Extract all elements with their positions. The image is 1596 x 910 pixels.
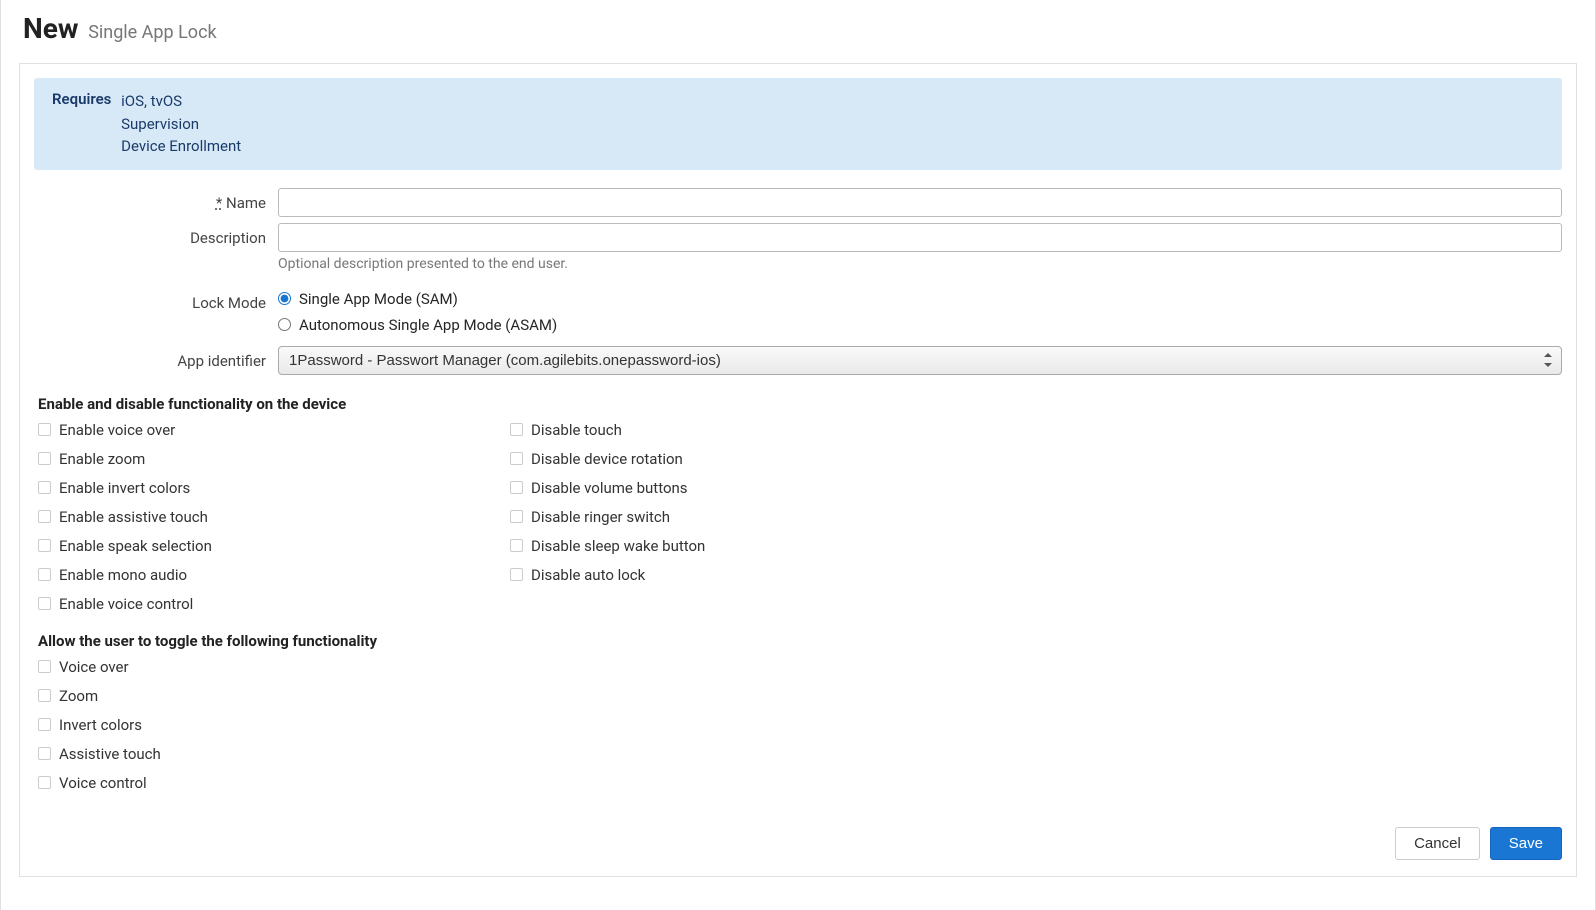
func-disable-label[interactable]: Disable sleep wake button — [531, 537, 705, 555]
radio-asam[interactable] — [278, 318, 291, 331]
func-disable-checkbox[interactable] — [510, 510, 523, 523]
requires-item: Supervision — [121, 113, 241, 136]
func-disable-item: Disable volume buttons — [510, 477, 982, 499]
app-identifier-select[interactable]: 1Password - Passwort Manager (com.agileb… — [278, 346, 1562, 375]
func-enable-checkbox[interactable] — [38, 423, 51, 436]
toggle-checkbox[interactable] — [38, 660, 51, 673]
func-enable-label[interactable]: Enable assistive touch — [59, 508, 208, 526]
radio-sam-row: Single App Mode (SAM) — [278, 288, 1562, 308]
radio-sam[interactable] — [278, 292, 291, 305]
toggle-heading: Allow the user to toggle the following f… — [20, 622, 1576, 656]
cancel-button[interactable]: Cancel — [1395, 827, 1480, 860]
functionality-col1: Enable voice over Enable zoom Enable inver… — [38, 419, 510, 622]
func-disable-checkbox[interactable] — [510, 568, 523, 581]
radio-asam-label[interactable]: Autonomous Single App Mode (ASAM) — [299, 316, 557, 334]
func-disable-label[interactable]: Disable ringer switch — [531, 508, 670, 526]
func-enable-label[interactable]: Enable invert colors — [59, 479, 190, 497]
func-disable-item: Disable touch — [510, 419, 982, 441]
toggle-checkbox[interactable] — [38, 718, 51, 731]
name-input[interactable] — [278, 188, 1562, 217]
func-disable-checkbox[interactable] — [510, 539, 523, 552]
page-header: New Single App Lock — [1, 0, 1595, 63]
lock-mode-label: Lock Mode — [20, 288, 278, 312]
func-enable-item: Enable voice over — [38, 419, 510, 441]
requires-banner: Requires iOS, tvOS Supervision Device En… — [34, 78, 1562, 170]
func-enable-item: Enable assistive touch — [38, 506, 510, 528]
func-disable-checkbox[interactable] — [510, 452, 523, 465]
name-label: * Name — [20, 188, 278, 212]
func-disable-label[interactable]: Disable volume buttons — [531, 479, 688, 497]
form-row-name: * Name — [20, 188, 1576, 217]
content-box: Requires iOS, tvOS Supervision Device En… — [19, 63, 1577, 877]
form-row-app-identifier: App identifier 1Password - Passwort Mana… — [20, 346, 1576, 375]
radio-sam-label[interactable]: Single App Mode (SAM) — [299, 290, 458, 308]
functionality-columns: Enable voice over Enable zoom Enable inver… — [20, 419, 1576, 622]
func-enable-item: Enable zoom — [38, 448, 510, 470]
func-enable-label[interactable]: Enable mono audio — [59, 566, 187, 584]
page-subtitle: Single App Lock — [88, 22, 216, 43]
toggle-label[interactable]: Voice control — [59, 774, 147, 792]
func-enable-checkbox[interactable] — [38, 597, 51, 610]
toggle-label[interactable]: Zoom — [59, 687, 98, 705]
func-enable-label[interactable]: Enable voice over — [59, 421, 175, 439]
func-disable-item: Disable auto lock — [510, 564, 982, 586]
toggle-col: Voice over Zoom Invert colors Assistive tou… — [20, 656, 1576, 794]
save-button[interactable]: Save — [1490, 827, 1562, 860]
toggle-label[interactable]: Invert colors — [59, 716, 142, 734]
func-enable-item: Enable speak selection — [38, 535, 510, 557]
name-label-text: Name — [226, 194, 266, 212]
radio-asam-row: Autonomous Single App Mode (ASAM) — [278, 314, 1562, 334]
toggle-item: Assistive touch — [38, 743, 1576, 765]
app-identifier-label: App identifier — [20, 346, 278, 370]
func-disable-label[interactable]: Disable auto lock — [531, 566, 645, 584]
toggle-item: Voice over — [38, 656, 1576, 678]
func-enable-label[interactable]: Enable voice control — [59, 595, 193, 613]
functionality-heading: Enable and disable functionality on the … — [20, 385, 1576, 419]
toggle-item: Invert colors — [38, 714, 1576, 736]
requires-item: iOS, tvOS — [121, 90, 241, 113]
func-enable-checkbox[interactable] — [38, 481, 51, 494]
toggle-label[interactable]: Assistive touch — [59, 745, 161, 763]
requires-items: iOS, tvOS Supervision Device Enrollment — [121, 90, 241, 158]
func-enable-item: Enable mono audio — [38, 564, 510, 586]
func-enable-checkbox[interactable] — [38, 452, 51, 465]
toggle-item: Voice control — [38, 772, 1576, 794]
toggle-checkbox[interactable] — [38, 689, 51, 702]
description-input[interactable] — [278, 223, 1562, 252]
func-enable-label[interactable]: Enable speak selection — [59, 537, 212, 555]
func-enable-item: Enable voice control — [38, 593, 510, 615]
description-label: Description — [20, 223, 278, 247]
form-row-lock-mode: Lock Mode Single App Mode (SAM) Autonomo… — [20, 288, 1576, 340]
func-enable-item: Enable invert colors — [38, 477, 510, 499]
requires-item: Device Enrollment — [121, 135, 241, 158]
func-disable-label[interactable]: Disable touch — [531, 421, 622, 439]
func-disable-label[interactable]: Disable device rotation — [531, 450, 683, 468]
page-container: New Single App Lock Requires iOS, tvOS S… — [0, 0, 1596, 910]
footer-buttons: Cancel Save — [20, 801, 1576, 860]
func-disable-checkbox[interactable] — [510, 481, 523, 494]
toggle-checkbox[interactable] — [38, 747, 51, 760]
func-enable-checkbox[interactable] — [38, 539, 51, 552]
func-enable-checkbox[interactable] — [38, 510, 51, 523]
requires-label: Requires — [52, 90, 111, 108]
form-row-description: Description Optional description present… — [20, 223, 1576, 272]
toggle-label[interactable]: Voice over — [59, 658, 129, 676]
func-disable-item: Disable sleep wake button — [510, 535, 982, 557]
required-mark: * — [216, 194, 222, 212]
func-disable-checkbox[interactable] — [510, 423, 523, 436]
functionality-col2: Disable touch Disable device rotation Disa… — [510, 419, 982, 622]
toggle-checkbox[interactable] — [38, 776, 51, 789]
toggle-item: Zoom — [38, 685, 1576, 707]
page-title: New — [23, 12, 78, 45]
description-help: Optional description presented to the en… — [278, 256, 1562, 272]
func-disable-item: Disable device rotation — [510, 448, 982, 470]
func-disable-item: Disable ringer switch — [510, 506, 982, 528]
func-enable-label[interactable]: Enable zoom — [59, 450, 145, 468]
func-enable-checkbox[interactable] — [38, 568, 51, 581]
